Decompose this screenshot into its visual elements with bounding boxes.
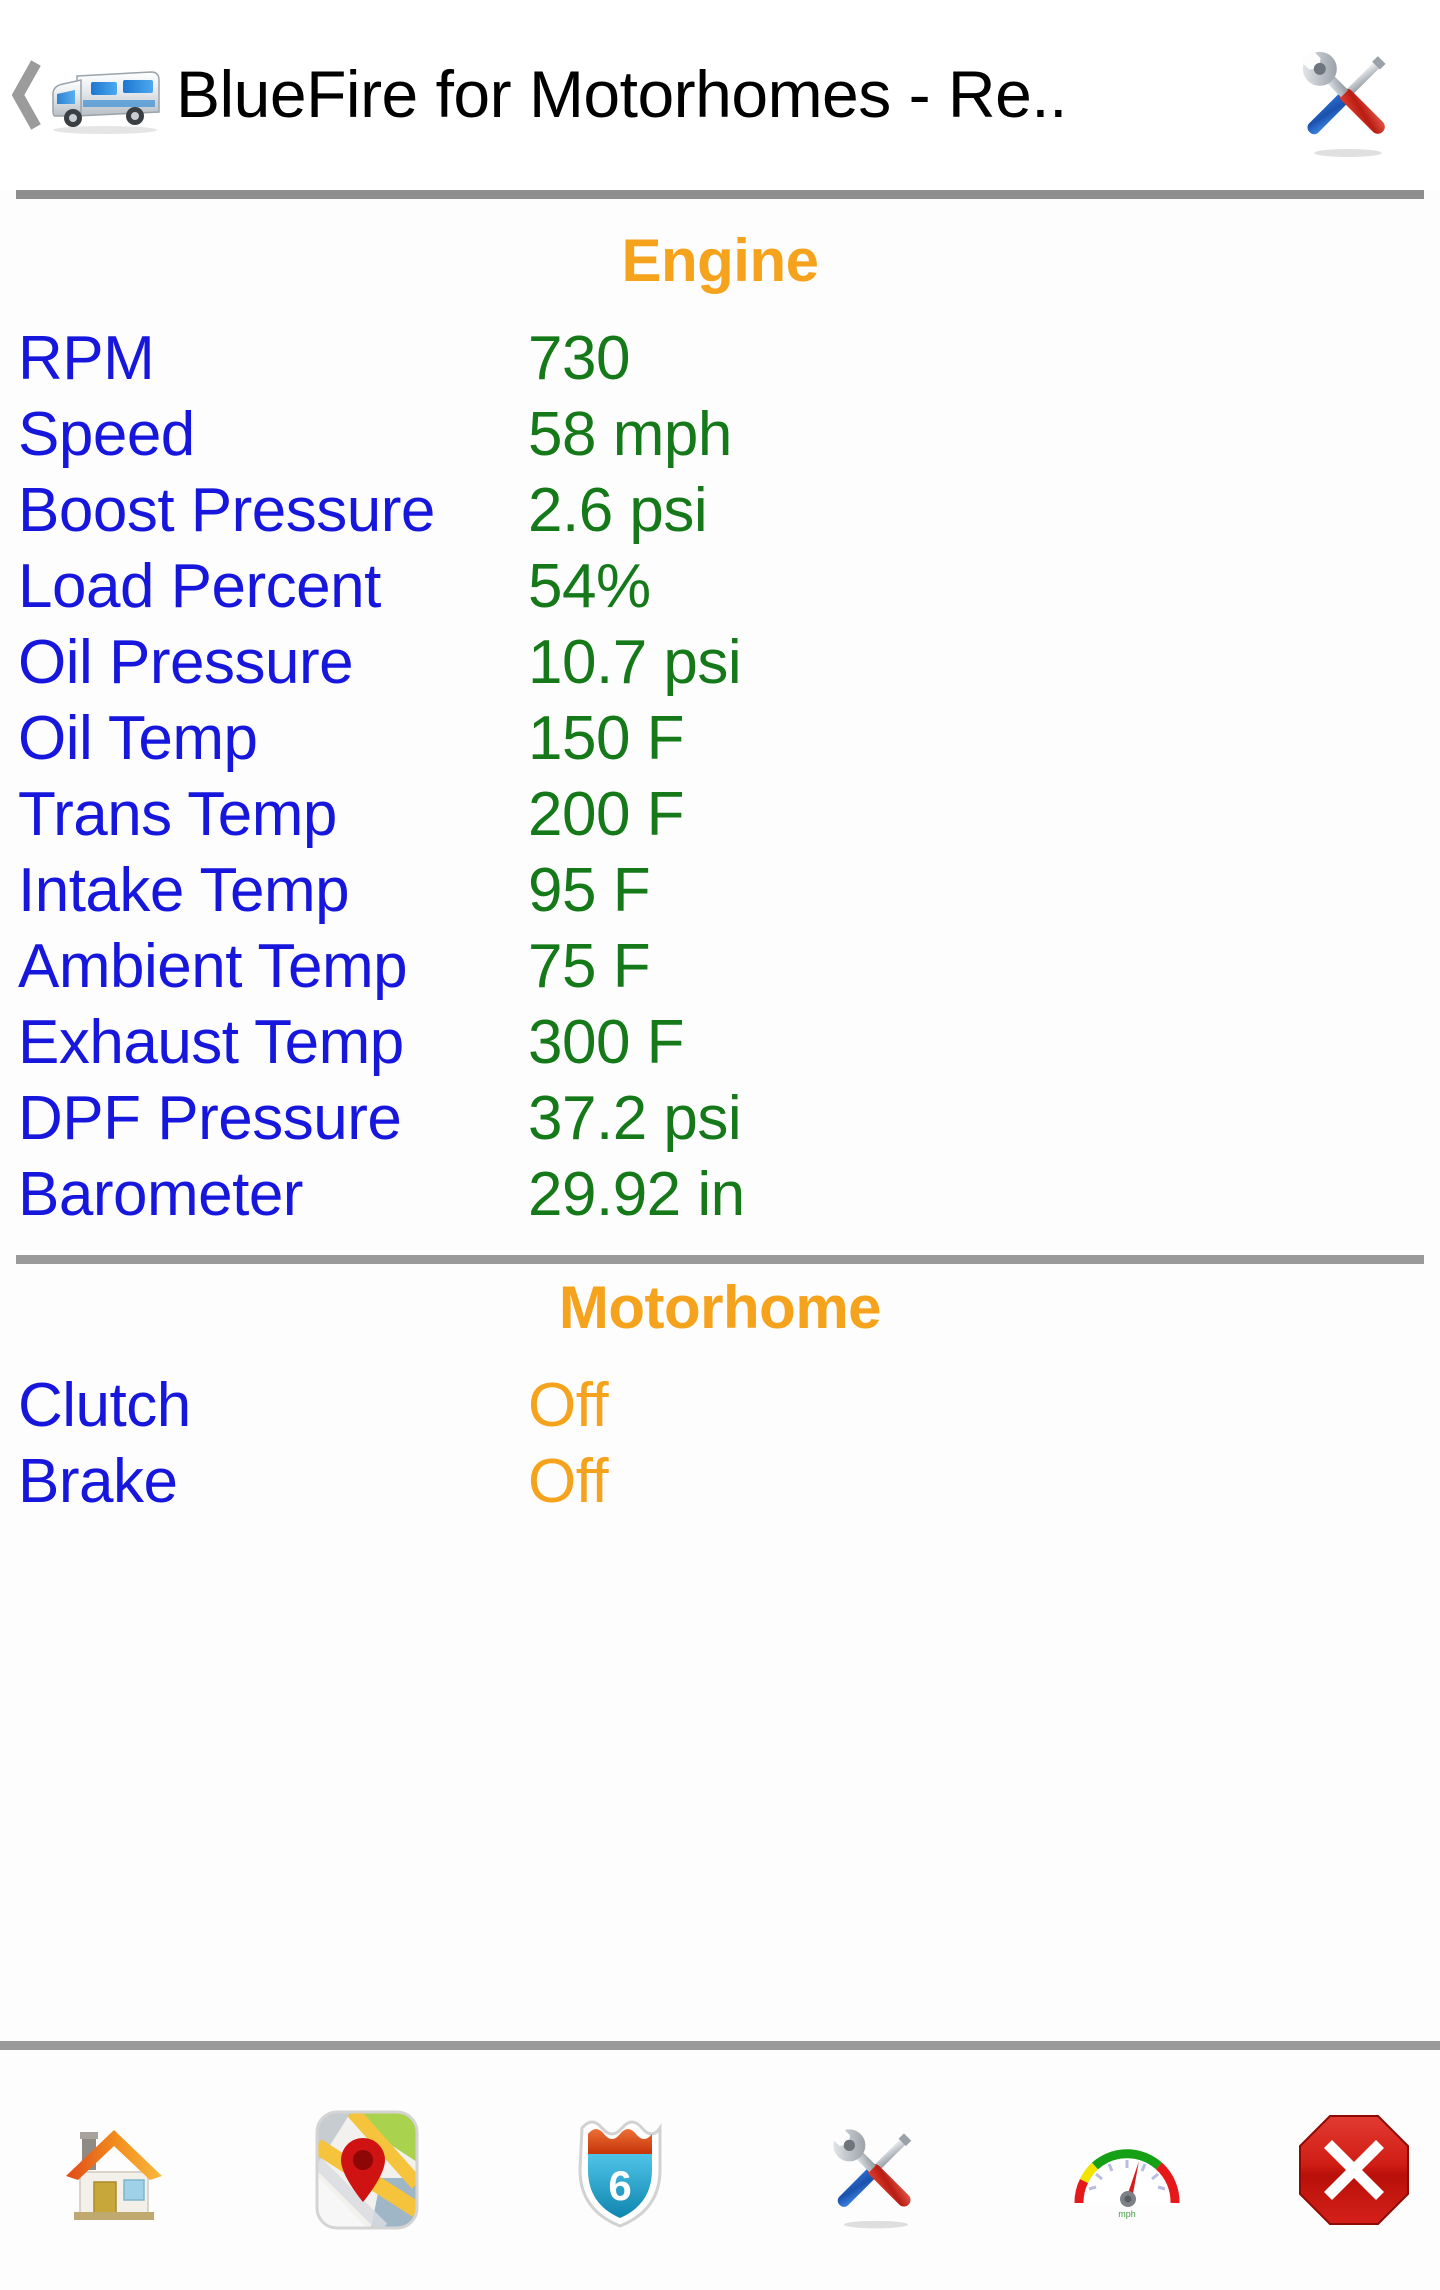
table-row[interactable]: Clutch Off xyxy=(0,1368,1440,1444)
tab-highway[interactable]: 6 xyxy=(530,2090,710,2250)
row-value: 730 xyxy=(528,324,630,393)
section-motorhome: Motorhome Clutch Off Brake Off xyxy=(0,1264,1440,1520)
motorhome-rows: Clutch Off Brake Off xyxy=(0,1368,1440,1520)
shield-number: 6 xyxy=(609,2162,632,2209)
home-icon xyxy=(66,2130,162,2220)
row-label: Brake xyxy=(18,1447,178,1516)
engine-rows: RPM 730 Speed 58 mph Boost Pressure 2.6 … xyxy=(0,321,1440,1233)
table-row[interactable]: Trans Temp 200 F xyxy=(0,777,1440,853)
row-label: Speed xyxy=(18,400,195,469)
app-root: BlueFire for Motorhomes - Re.. Engine RP… xyxy=(0,0,1440,2290)
row-value: 29.92 in xyxy=(528,1160,745,1229)
tab-map[interactable] xyxy=(277,2090,457,2250)
tabbar-divider xyxy=(0,2041,1440,2050)
app-header: BlueFire for Motorhomes - Re.. xyxy=(0,0,1440,190)
table-row[interactable]: Exhaust Temp 300 F xyxy=(0,1005,1440,1081)
row-label: Load Percent xyxy=(18,552,381,621)
section-title-engine: Engine xyxy=(621,227,819,294)
row-label: Ambient Temp xyxy=(18,932,408,1001)
tab-gauges[interactable]: mph xyxy=(1037,2090,1217,2250)
section-divider xyxy=(16,1255,1424,1264)
row-value: 37.2 psi xyxy=(528,1084,742,1153)
row-label: Exhaust Temp xyxy=(18,1008,404,1077)
table-row[interactable]: Ambient Temp 75 F xyxy=(0,929,1440,1005)
row-label: RPM xyxy=(18,324,155,393)
highway-shield-icon: 6 xyxy=(578,2120,662,2228)
back-button[interactable] xyxy=(10,55,44,135)
map-icon xyxy=(315,2110,419,2230)
tab-tools[interactable] xyxy=(784,2090,964,2250)
row-value: 10.7 psi xyxy=(528,628,742,697)
table-row[interactable]: Intake Temp 95 F xyxy=(0,853,1440,929)
header-divider xyxy=(16,190,1424,199)
row-value: 2.6 psi xyxy=(528,476,708,545)
tools-icon xyxy=(830,2127,911,2229)
table-row[interactable]: DPF Pressure 37.2 psi xyxy=(0,1081,1440,1157)
motorhome-icon xyxy=(46,49,166,141)
header-tools-button[interactable] xyxy=(1276,25,1416,165)
table-row[interactable]: Barometer 29.92 in xyxy=(0,1157,1440,1233)
row-label: DPF Pressure xyxy=(18,1084,402,1153)
row-label: Boost Pressure xyxy=(18,476,435,545)
row-value: 300 F xyxy=(528,1008,685,1077)
page-title: BlueFire for Motorhomes - Re.. xyxy=(176,60,1067,130)
tab-disconnect[interactable] xyxy=(1290,2090,1440,2250)
chevron-left-icon xyxy=(12,60,41,130)
row-value: Off xyxy=(528,1447,609,1516)
svg-text:mph: mph xyxy=(1118,2209,1136,2219)
table-row[interactable]: Boost Pressure 2.6 psi xyxy=(0,473,1440,549)
row-value: 95 F xyxy=(528,856,651,925)
table-row[interactable]: Oil Temp 150 F xyxy=(0,701,1440,777)
row-value: 75 F xyxy=(528,932,651,1001)
row-label: Oil Temp xyxy=(18,704,258,773)
tab-home[interactable] xyxy=(24,2090,204,2250)
section-engine: Engine RPM 730 Speed 58 mph Boost Pressu… xyxy=(0,217,1440,1233)
bottom-tabbar: 6 mph xyxy=(0,2050,1440,2290)
table-row[interactable]: RPM 730 xyxy=(0,321,1440,397)
gauge-icon: mph xyxy=(1074,2149,1180,2219)
tools-icon xyxy=(1300,49,1386,157)
table-row[interactable]: Speed 58 mph xyxy=(0,397,1440,473)
row-label: Barometer xyxy=(18,1160,303,1229)
row-label: Intake Temp xyxy=(18,856,350,925)
row-value: 200 F xyxy=(528,780,685,849)
row-value: 54% xyxy=(528,552,651,621)
row-label: Oil Pressure xyxy=(18,628,354,697)
table-row[interactable]: Oil Pressure 10.7 psi xyxy=(0,625,1440,701)
stop-icon xyxy=(1298,2115,1409,2225)
row-label: Clutch xyxy=(18,1371,191,1440)
row-value: Off xyxy=(528,1371,609,1440)
gauge-list[interactable]: Engine RPM 730 Speed 58 mph Boost Pressu… xyxy=(0,199,1440,2041)
table-row[interactable]: Brake Off xyxy=(0,1444,1440,1520)
row-value: 150 F xyxy=(528,704,685,773)
section-title-motorhome: Motorhome xyxy=(558,1274,882,1341)
table-row[interactable]: Load Percent 54% xyxy=(0,549,1440,625)
row-value: 58 mph xyxy=(528,400,732,469)
row-label: Trans Temp xyxy=(18,780,337,849)
